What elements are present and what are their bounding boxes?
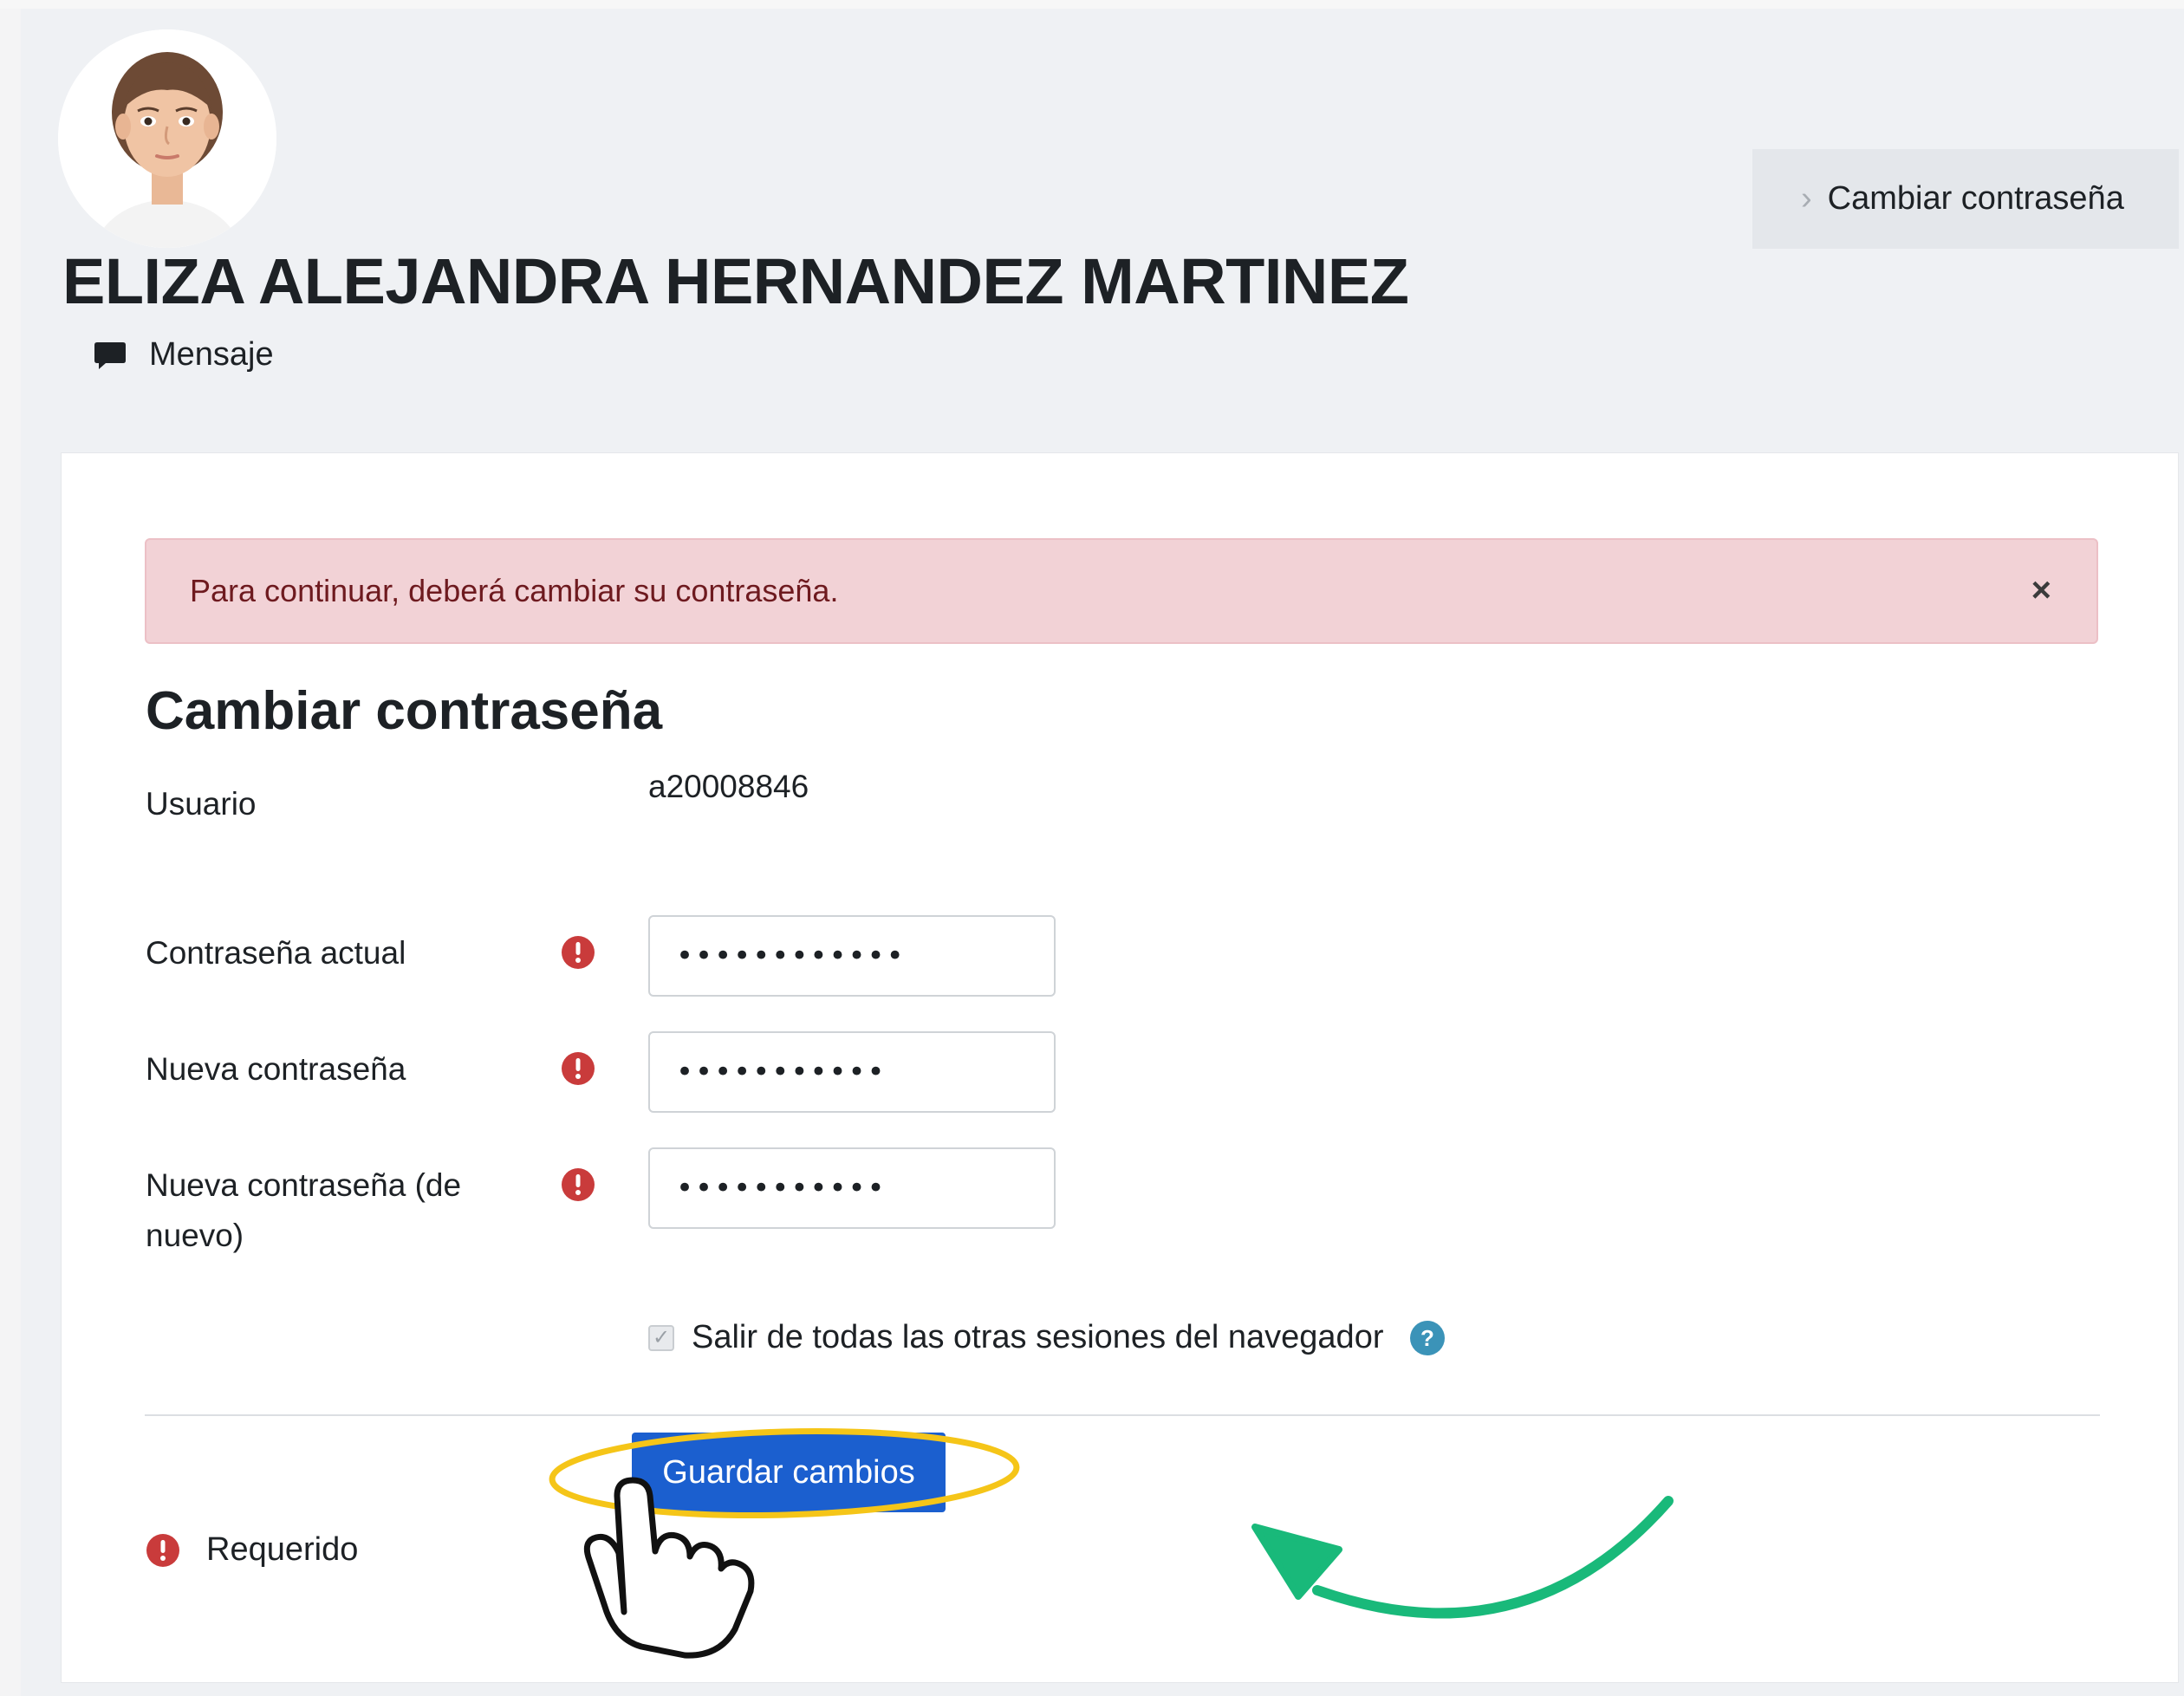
change-password-card: Para continuar, deberá cambiar su contra…	[61, 452, 2179, 1683]
new-password-label: Nueva contraseña	[146, 1051, 406, 1087]
chat-bubble-icon	[94, 341, 126, 369]
top-strip	[0, 0, 2184, 9]
exclamation-circle-icon	[562, 1052, 595, 1085]
alert-message: Para continuar, deberá cambiar su contra…	[190, 573, 839, 608]
exclamation-circle-icon	[562, 936, 595, 969]
error-alert: Para continuar, deberá cambiar su contra…	[145, 538, 2098, 644]
required-legend: Requerido	[146, 1531, 358, 1569]
message-link[interactable]: Mensaje	[92, 336, 274, 374]
breadcrumb-item-change-password[interactable]: Cambiar contraseña	[1828, 180, 2124, 218]
avatar	[58, 29, 276, 248]
breadcrumb: › Cambiar contraseña	[1752, 149, 2179, 249]
message-label: Mensaje	[149, 336, 274, 373]
required-legend-label: Requerido	[206, 1531, 359, 1568]
chevron-right-icon: ›	[1801, 180, 1812, 217]
avatar-portrait	[58, 29, 276, 248]
current-password-input[interactable]	[648, 915, 1056, 997]
new-password-input[interactable]	[648, 1031, 1056, 1113]
save-changes-button[interactable]: Guardar cambios	[632, 1433, 946, 1512]
new-password-again-label: Nueva contraseña (de nuevo)	[146, 1167, 462, 1253]
username-value: a20008846	[648, 769, 809, 804]
current-password-label: Contraseña actual	[146, 935, 406, 971]
form-title: Cambiar contraseña	[146, 681, 663, 741]
new-password-again-input[interactable]	[648, 1147, 1056, 1229]
exclamation-circle-icon	[146, 1533, 179, 1567]
alert-close-button[interactable]: ×	[2031, 571, 2051, 610]
question-circle-icon[interactable]: ?	[1409, 1320, 1446, 1356]
exclamation-circle-icon	[562, 1168, 595, 1201]
user-full-name: ELIZA ALEJANDRA HERNANDEZ MARTINEZ	[62, 245, 1409, 317]
svg-text:?: ?	[1421, 1325, 1435, 1351]
form-divider	[145, 1414, 2100, 1416]
username-label: Usuario	[146, 786, 257, 822]
logout-sessions-checkbox[interactable]: ✓	[648, 1324, 674, 1351]
logout-sessions-row: ✓ Salir de todas las otras sesiones del …	[648, 1319, 1446, 1356]
logout-sessions-label: Salir de todas las otras sesiones del na…	[692, 1319, 1384, 1355]
